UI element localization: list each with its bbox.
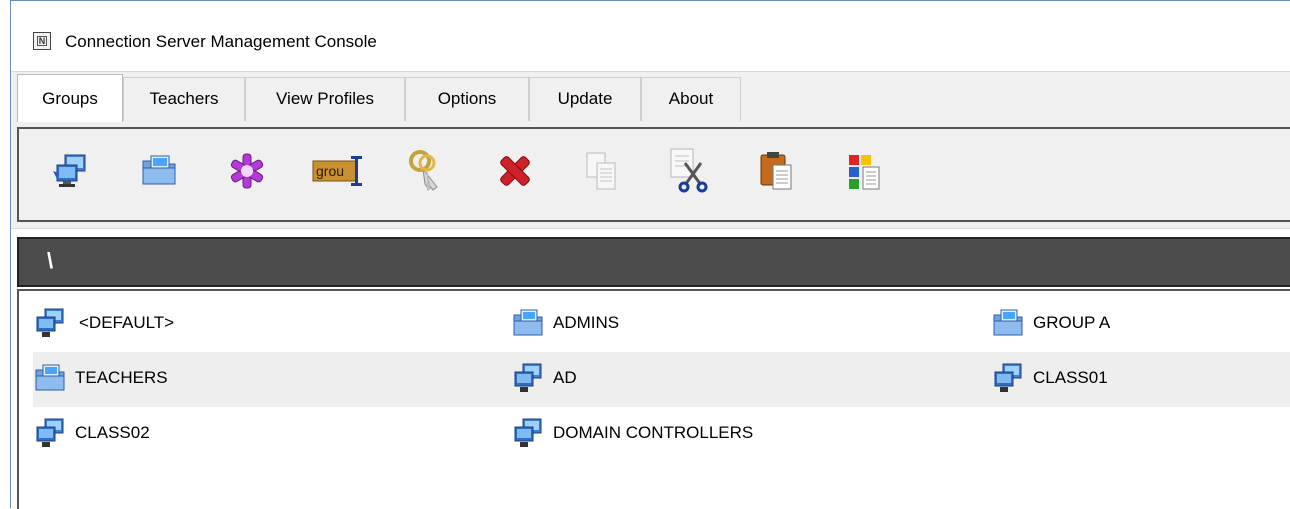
tab-teachers[interactable]: Teachers — [123, 77, 245, 121]
rename-icon: grou — [312, 156, 362, 186]
delete-button[interactable] — [493, 147, 537, 195]
purple-asterisk-icon — [230, 153, 264, 189]
keys-button[interactable] — [403, 147, 447, 195]
group-item-class01[interactable]: CLASS01 — [991, 362, 1108, 394]
asterisk-button[interactable] — [225, 147, 269, 195]
add-group-icon — [53, 154, 86, 187]
copy-button[interactable] — [579, 147, 623, 195]
rename-button[interactable]: grou — [311, 147, 367, 195]
tab-options[interactable]: Options — [405, 77, 529, 121]
tab-about[interactable]: About — [641, 77, 741, 121]
group-item-group-a[interactable]: GROUP A — [991, 307, 1110, 339]
toolbar-frame: grou — [11, 121, 1290, 229]
list-row: <DEFAULT> ADMINS GROUP A — [33, 297, 1290, 352]
group-list: <DEFAULT> ADMINS GROUP A TEACHERS AD CLA… — [17, 289, 1290, 509]
computers-icon — [514, 363, 542, 392]
group-folder-icon — [993, 309, 1023, 336]
title-bar: N Connection Server Management Console — [11, 1, 1290, 71]
paste-button[interactable] — [755, 147, 799, 195]
computers-icon — [994, 363, 1022, 392]
group-label: TEACHERS — [75, 368, 168, 387]
computers-icon — [514, 418, 542, 447]
group-item-default[interactable]: <DEFAULT> — [33, 307, 174, 339]
group-label: <DEFAULT> — [79, 313, 175, 332]
tab-view-profiles[interactable]: View Profiles — [245, 77, 405, 121]
app-window: N Connection Server Management Console G… — [10, 0, 1290, 509]
group-label: GROUP A — [1033, 313, 1111, 332]
colored-squares-icon — [849, 155, 880, 190]
computers-icon — [36, 418, 64, 447]
list-row: CLASS02 DOMAIN CONTROLLERS — [33, 407, 1290, 462]
rename-sample-text: grou — [316, 163, 344, 179]
keys-icon — [409, 150, 438, 191]
add-group-button[interactable] — [49, 147, 93, 195]
window-title: Connection Server Management Console — [65, 32, 377, 51]
current-path-bar: \ — [17, 237, 1290, 287]
group-label: AD — [553, 368, 577, 387]
group-item-admins[interactable]: ADMINS — [511, 307, 619, 339]
app-icon-glyph: N — [38, 36, 46, 46]
colored-squares-button[interactable] — [843, 147, 887, 195]
group-folder-icon — [35, 364, 65, 391]
group-item-teachers[interactable]: TEACHERS — [33, 362, 168, 394]
group-label: DOMAIN CONTROLLERS — [553, 423, 754, 442]
group-label: CLASS02 — [75, 423, 150, 442]
list-row: TEACHERS AD CLASS01 — [33, 352, 1290, 407]
computers-icon — [36, 308, 64, 337]
group-item-ad[interactable]: AD — [511, 362, 577, 394]
paste-icon — [760, 152, 792, 190]
app-icon: N — [33, 32, 51, 50]
group-folder-icon — [513, 309, 543, 336]
group-item-domain-controllers[interactable]: DOMAIN CONTROLLERS — [511, 417, 753, 449]
group-folder-button[interactable] — [137, 147, 181, 195]
delete-icon — [500, 156, 530, 186]
tab-strip: Groups Teachers View Profiles Options Up… — [11, 71, 1290, 122]
toolbar: grou — [17, 127, 1290, 222]
cut-button[interactable] — [667, 147, 711, 195]
group-label: CLASS01 — [1033, 368, 1108, 387]
tab-update[interactable]: Update — [529, 77, 641, 121]
group-folder-icon — [142, 155, 176, 185]
tab-groups[interactable]: Groups — [17, 74, 123, 122]
cut-icon — [670, 148, 708, 193]
copy-icon — [586, 152, 616, 190]
group-item-class02[interactable]: CLASS02 — [33, 417, 150, 449]
group-label: ADMINS — [553, 313, 620, 332]
